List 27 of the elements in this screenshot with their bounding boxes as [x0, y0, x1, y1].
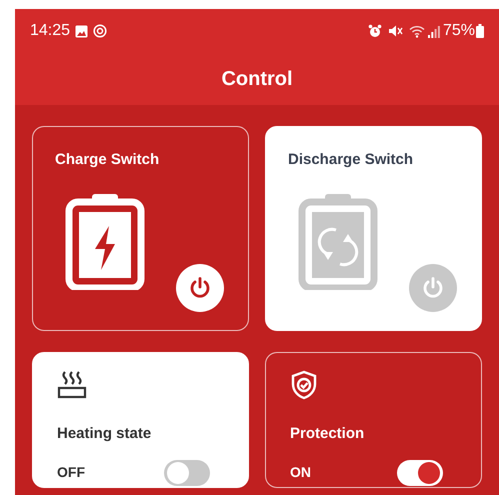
signal-icon [428, 24, 440, 38]
toggle-label: Protection [290, 424, 366, 444]
state-text: ON [290, 463, 311, 482]
switch-label: Charge Switch [55, 150, 160, 170]
shield-check-icon [290, 370, 318, 400]
status-time: 14:25 [30, 21, 70, 41]
toggle-switch[interactable] [397, 460, 443, 486]
toggle-switch[interactable] [164, 460, 210, 486]
power-icon [421, 276, 445, 300]
battery-charging-icon [65, 194, 145, 290]
battery-cycle-icon [298, 194, 378, 290]
page-title: Control [221, 67, 293, 92]
switch-label: Discharge Switch [288, 150, 414, 170]
toggle-label: Heating state [57, 424, 152, 444]
switch-card[interactable]: Discharge Switch [265, 126, 482, 331]
battery-percentage: 75% [442, 21, 475, 41]
wifi-icon [408, 24, 425, 38]
image-icon [75, 24, 88, 38]
power-icon [188, 276, 212, 300]
target-icon [93, 24, 108, 38]
state-text: OFF [57, 463, 85, 482]
heater-icon [57, 370, 87, 400]
power-button[interactable] [176, 264, 224, 312]
mute-icon [388, 24, 403, 38]
battery-icon [476, 24, 484, 38]
alarm-icon [368, 24, 382, 38]
switch-card[interactable]: Charge Switch [32, 126, 249, 331]
